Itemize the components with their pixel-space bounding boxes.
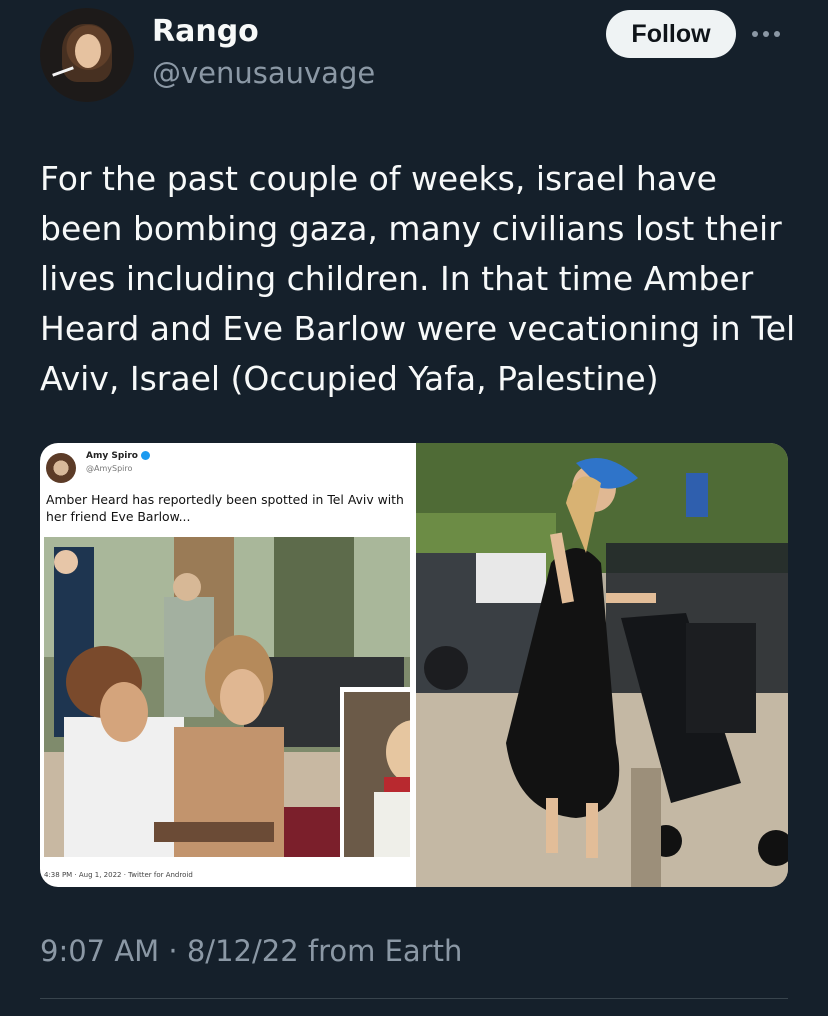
street-photo [416,443,788,887]
follow-button[interactable]: Follow [606,10,736,58]
more-dot [763,31,769,37]
embedded-author-name-text: Amy Spiro [86,451,138,461]
embedded-tweet-screenshot: Amy Spiro @AmySpiro Amber Heard has repo… [40,443,416,887]
more-dots-icon[interactable] [752,24,788,44]
tweet-media[interactable]: Amy Spiro @AmySpiro Amber Heard has repo… [40,443,788,887]
embedded-author-handle: @AmySpiro [86,464,133,473]
cafe-photo-graphic [44,537,410,857]
author-handle[interactable]: @venusauvage [152,56,375,90]
embedded-tweet-footer: 4:38 PM · Aug 1, 2022 · Twitter for Andr… [44,871,193,879]
cafe-photo [44,537,410,857]
avatar-face [75,34,101,68]
divider [40,998,788,999]
embedded-author-name: Amy Spiro [86,451,150,461]
tweet-text: For the past couple of weeks, israel hav… [40,159,796,398]
embedded-tweet-text: Amber Heard has reportedly been spotted … [46,492,404,524]
embedded-avatar [46,453,76,483]
tweet-timestamp[interactable]: 9:07 AM · 8/12/22 from Earth [40,934,462,968]
more-dot [752,31,758,37]
author-avatar[interactable] [40,8,134,102]
author-name[interactable]: Rango [152,14,259,49]
street-photo-graphic [416,443,788,887]
verified-badge-icon [140,451,150,460]
more-dot [774,31,780,37]
